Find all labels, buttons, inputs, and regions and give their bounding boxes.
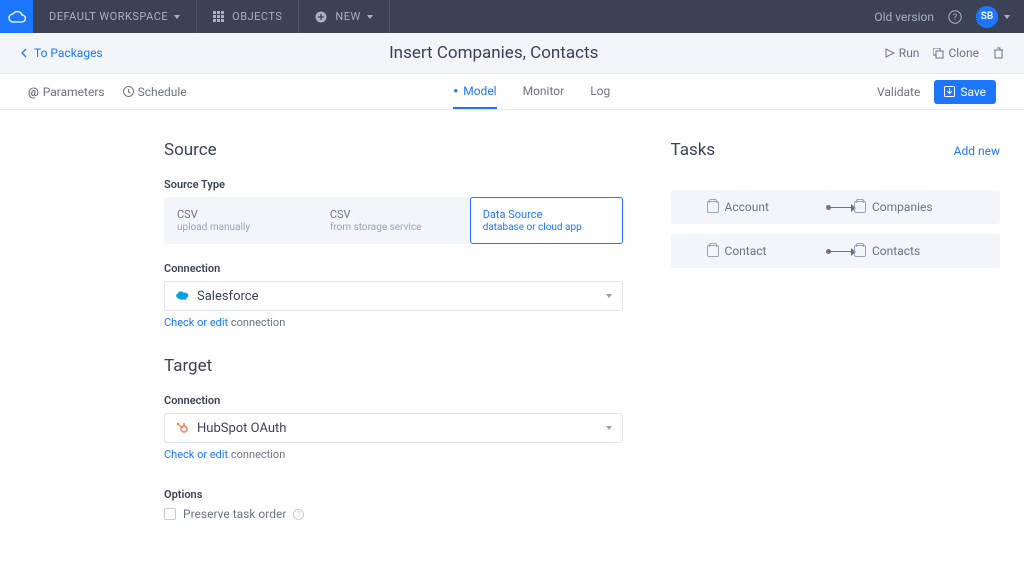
tab-schedule[interactable]: Schedule [123, 85, 187, 99]
tasks-heading: Tasks [671, 140, 716, 160]
chevron-down-icon [606, 294, 612, 298]
plus-circle-icon [315, 11, 327, 23]
tabs-row: @Parameters Schedule ●Model Monitor Log … [0, 74, 1024, 110]
source-connection-value: Salesforce [197, 289, 258, 304]
old-version-link[interactable]: Old version [874, 10, 934, 24]
dot-icon: ● [453, 86, 458, 95]
new-menu[interactable]: NEW [299, 0, 389, 33]
target-heading: Target [164, 356, 623, 376]
validate-button[interactable]: Validate [877, 85, 920, 99]
task-row[interactable]: Account Companies [671, 190, 1000, 224]
source-csv-storage[interactable]: CSVfrom storage service [317, 197, 470, 244]
objects-label: OBJECTS [232, 10, 282, 23]
user-menu[interactable]: SB [976, 6, 1010, 28]
table-icon [854, 245, 866, 257]
workspace-menu[interactable]: DEFAULT WORKSPACE [33, 0, 197, 33]
source-check-edit-link[interactable]: Check or edit connection [164, 316, 285, 329]
nav-right: Old version ? SB [860, 6, 1024, 28]
help-icon[interactable]: ? [948, 10, 962, 24]
clone-button[interactable]: Clone [933, 46, 979, 60]
add-new-task[interactable]: Add new [954, 144, 1000, 158]
preserve-label: Preserve task order [183, 507, 286, 521]
salesforce-icon [175, 289, 189, 303]
workspace-label: DEFAULT WORKSPACE [49, 10, 168, 23]
content: Source Source Type CSVupload manually CS… [0, 110, 1024, 547]
target-connection-value: HubSpot OAuth [197, 421, 286, 436]
source-connection-label: Connection [164, 262, 623, 275]
chevron-down-icon [367, 15, 373, 19]
avatar: SB [976, 6, 998, 28]
target-section: Target Connection HubSpot OAuth Check or… [164, 356, 623, 462]
sub-header: To Packages Insert Companies, Contacts R… [0, 33, 1024, 74]
options-section: Options Preserve task order ? [164, 488, 623, 521]
svg-text:?: ? [953, 13, 957, 23]
source-data-source[interactable]: Data Sourcedatabase or cloud app [470, 197, 623, 244]
chevron-down-icon [1004, 15, 1010, 19]
app-logo[interactable] [0, 0, 33, 33]
source-type-label: Source Type [164, 178, 623, 191]
page-title: Insert Companies, Contacts [103, 43, 885, 63]
cloud-icon [8, 11, 26, 23]
table-icon [707, 245, 719, 257]
save-button[interactable]: Save [934, 80, 996, 104]
run-button[interactable]: Run [885, 46, 920, 60]
clock-icon [123, 86, 134, 97]
top-nav: DEFAULT WORKSPACE OBJECTS NEW Old versio… [0, 0, 1024, 33]
tab-log[interactable]: Log [590, 74, 610, 109]
preserve-task-order-row[interactable]: Preserve task order ? [164, 507, 623, 521]
target-check-edit-link[interactable]: Check or edit connection [164, 448, 285, 461]
trash-icon[interactable] [993, 47, 1004, 59]
tab-monitor[interactable]: Monitor [523, 74, 565, 109]
clone-icon [933, 48, 944, 59]
source-connection-select[interactable]: Salesforce [164, 281, 623, 311]
table-icon [854, 201, 866, 213]
source-type-selector: CSVupload manually CSVfrom storage servi… [164, 197, 623, 244]
source-heading: Source [164, 140, 623, 160]
play-icon [885, 48, 895, 58]
task-row[interactable]: Contact Contacts [671, 234, 1000, 268]
save-icon [944, 86, 955, 97]
chevron-down-icon [174, 15, 180, 19]
objects-menu[interactable]: OBJECTS [197, 0, 299, 33]
table-icon [707, 201, 719, 213]
target-connection-select[interactable]: HubSpot OAuth [164, 413, 623, 443]
target-connection-label: Connection [164, 394, 623, 407]
new-label: NEW [335, 10, 360, 23]
chevron-down-icon [606, 426, 612, 430]
source-csv-manual[interactable]: CSVupload manually [164, 197, 317, 244]
chevron-left-icon [20, 48, 28, 58]
source-section: Source Source Type CSVupload manually CS… [164, 140, 623, 330]
arrow-icon [828, 207, 852, 208]
arrow-icon [828, 251, 852, 252]
at-icon: @ [28, 85, 39, 99]
hubspot-icon [175, 421, 189, 435]
back-to-packages[interactable]: To Packages [20, 46, 103, 60]
subhead-actions: Run Clone [885, 46, 1004, 60]
options-heading: Options [164, 488, 623, 501]
tab-parameters[interactable]: @Parameters [28, 85, 105, 99]
info-icon[interactable]: ? [293, 509, 304, 520]
grid-icon [213, 11, 224, 22]
preserve-checkbox[interactable] [164, 508, 176, 520]
tab-model[interactable]: ●Model [453, 74, 496, 109]
